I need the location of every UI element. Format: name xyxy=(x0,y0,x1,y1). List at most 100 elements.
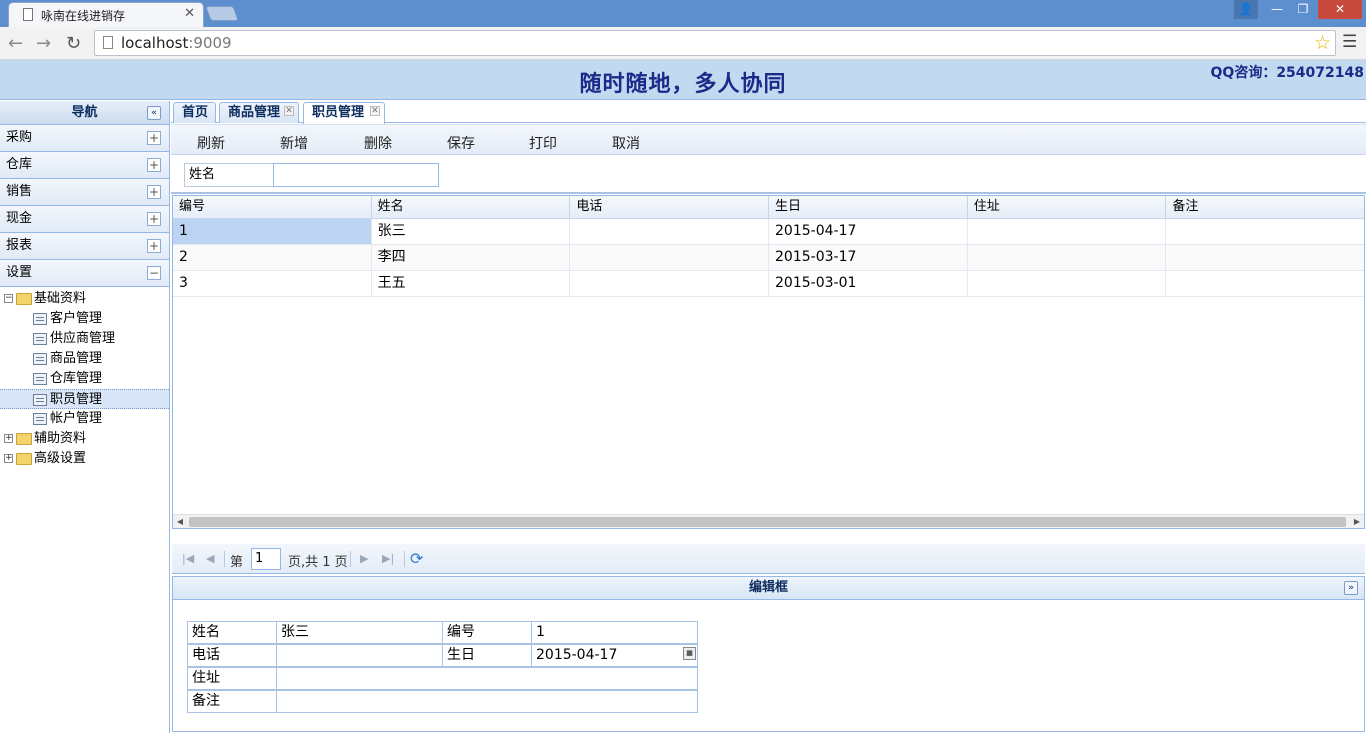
print-button[interactable]: 打印 xyxy=(529,133,557,153)
reload-icon[interactable]: ↻ xyxy=(66,33,81,54)
divider xyxy=(350,551,351,567)
name-field[interactable]: 张三 xyxy=(276,621,443,644)
sidebar-item-purchase[interactable]: 采购 + xyxy=(0,125,169,152)
table-row[interactable]: 2 李四 2015-03-17 xyxy=(173,245,1364,271)
calendar-icon[interactable]: ▦ xyxy=(683,647,696,660)
table-cell xyxy=(968,245,1167,270)
scrollbar-thumb[interactable] xyxy=(189,517,1346,527)
sidebar-header: 导航 « xyxy=(0,101,169,125)
id-field[interactable]: 1 xyxy=(531,621,698,644)
collapse-editor-icon[interactable]: » xyxy=(1344,581,1358,595)
tab-staff[interactable]: 职员管理 ✕ xyxy=(303,102,385,124)
sidebar: 导航 « 采购 + 仓库 + 销售 + 现金 + 报表 + 设置 − − 基础资料 客户管理… xyxy=(0,101,170,733)
sidebar-item-settings[interactable]: 设置 − xyxy=(0,260,169,287)
forward-icon[interactable]: → xyxy=(36,33,51,54)
sidebar-item-cash[interactable]: 现金 + xyxy=(0,206,169,233)
list-doc-icon xyxy=(33,353,47,365)
refresh-button[interactable]: 刷新 xyxy=(197,133,225,153)
prev-page-icon[interactable]: ◀ xyxy=(206,552,214,565)
table-cell: 1 xyxy=(173,219,372,244)
cancel-button[interactable]: 取消 xyxy=(612,133,640,153)
name-label: 姓名 xyxy=(187,621,277,644)
save-button[interactable]: 保存 xyxy=(447,133,475,153)
tree-item-customers[interactable]: 客户管理 xyxy=(0,309,169,329)
sidebar-item-reports[interactable]: 报表 + xyxy=(0,233,169,260)
scroll-right-icon[interactable]: ▶ xyxy=(1350,515,1364,528)
expand-icon[interactable]: + xyxy=(147,131,161,145)
tree-item-suppliers[interactable]: 供应商管理 xyxy=(0,329,169,349)
scroll-left-icon[interactable]: ◀ xyxy=(173,515,187,528)
tree-item-staff[interactable]: 职员管理 xyxy=(0,389,169,409)
close-window-icon[interactable]: ✕ xyxy=(1318,0,1362,19)
close-tab-icon[interactable]: ✕ xyxy=(370,106,380,116)
table-cell: 2015-03-17 xyxy=(769,245,968,270)
restore-icon[interactable]: ❐ xyxy=(1291,0,1315,19)
search-name-label: 姓名 xyxy=(184,163,274,187)
column-header[interactable]: 编号 xyxy=(173,196,372,218)
delete-button[interactable]: 删除 xyxy=(364,133,392,153)
page-number-input[interactable]: 1 xyxy=(251,548,281,570)
tab-home[interactable]: 首页 xyxy=(173,102,216,123)
main-panel: 首页 商品管理 ✕ 职员管理 ✕ 刷新 新增 删除 保存 打印 取消 姓名 编号 姓… xyxy=(171,101,1366,733)
collapse-icon[interactable]: − xyxy=(147,266,161,280)
column-header[interactable]: 住址 xyxy=(968,196,1167,218)
page-prefix: 第 xyxy=(230,555,244,570)
table-cell xyxy=(570,245,770,270)
tree-item-accounts[interactable]: 帐户管理 xyxy=(0,409,169,429)
list-doc-icon xyxy=(33,413,47,425)
phone-label: 电话 xyxy=(187,644,277,667)
new-tab-button[interactable] xyxy=(205,6,239,21)
table-row[interactable]: 3 王五 2015-03-01 xyxy=(173,271,1364,297)
close-tab-icon[interactable]: ✕ xyxy=(184,6,195,21)
birthday-field[interactable]: 2015-04-17 ▦ xyxy=(531,644,698,667)
browser-tab[interactable]: 咏南在线进销存 ✕ xyxy=(8,2,204,27)
table-row[interactable]: 1 张三 2015-04-17 xyxy=(173,219,1364,245)
tree-node-aux[interactable]: + 辅助资料 xyxy=(0,429,169,449)
user-icon[interactable]: 👤 xyxy=(1234,0,1258,19)
tree-item-products[interactable]: 商品管理 xyxy=(0,349,169,369)
expand-icon[interactable]: + xyxy=(147,212,161,226)
tree-node-advanced[interactable]: + 高级设置 xyxy=(0,449,169,469)
next-page-icon[interactable]: ▶ xyxy=(360,552,368,565)
page-total: 页,共 1 页 xyxy=(288,555,348,570)
column-header[interactable]: 生日 xyxy=(769,196,968,218)
note-field[interactable] xyxy=(276,690,698,713)
folder-icon xyxy=(16,453,32,465)
minimize-icon[interactable]: — xyxy=(1265,0,1289,19)
last-page-icon[interactable]: ▶| xyxy=(382,552,394,565)
folder-icon xyxy=(16,433,32,445)
search-name-input[interactable] xyxy=(273,163,439,187)
sidebar-item-sales[interactable]: 销售 + xyxy=(0,179,169,206)
sidebar-item-warehouse[interactable]: 仓库 + xyxy=(0,152,169,179)
expand-icon[interactable]: + xyxy=(147,185,161,199)
back-icon[interactable]: ← xyxy=(8,33,23,54)
tab-products[interactable]: 商品管理 ✕ xyxy=(219,102,299,123)
phone-field[interactable] xyxy=(276,644,443,667)
horizontal-scrollbar[interactable]: ◀ ▶ xyxy=(173,514,1364,528)
tree-item-warehouses[interactable]: 仓库管理 xyxy=(0,369,169,389)
url-text: localhost:9009 xyxy=(121,34,232,52)
list-doc-icon xyxy=(33,333,47,345)
add-button[interactable]: 新增 xyxy=(280,133,308,153)
refresh-icon[interactable]: ⟳ xyxy=(410,549,423,568)
address-bar[interactable]: localhost:9009 ☆ xyxy=(94,30,1336,56)
expand-icon[interactable]: + xyxy=(147,239,161,253)
address-field[interactable] xyxy=(276,667,698,690)
first-page-icon[interactable]: |◀ xyxy=(182,552,194,565)
sidebar-title: 导航 xyxy=(71,105,98,120)
bookmark-star-icon[interactable]: ☆ xyxy=(1314,32,1331,54)
table-cell xyxy=(1166,245,1364,270)
tree-toggle-plus-icon[interactable]: + xyxy=(4,434,13,443)
tree-node-basic[interactable]: − 基础资料 xyxy=(0,289,169,309)
column-header[interactable]: 姓名 xyxy=(372,196,571,218)
column-header[interactable]: 备注 xyxy=(1166,196,1364,218)
column-header[interactable]: 电话 xyxy=(570,196,770,218)
expand-icon[interactable]: + xyxy=(147,158,161,172)
collapse-sidebar-icon[interactable]: « xyxy=(147,106,161,120)
tree-toggle-minus-icon[interactable]: − xyxy=(4,294,13,303)
tree-toggle-plus-icon[interactable]: + xyxy=(4,454,13,463)
table-cell: 李四 xyxy=(372,245,571,270)
menu-icon[interactable]: ☰ xyxy=(1342,32,1357,52)
list-doc-icon xyxy=(33,394,47,406)
close-tab-icon[interactable]: ✕ xyxy=(284,106,294,116)
